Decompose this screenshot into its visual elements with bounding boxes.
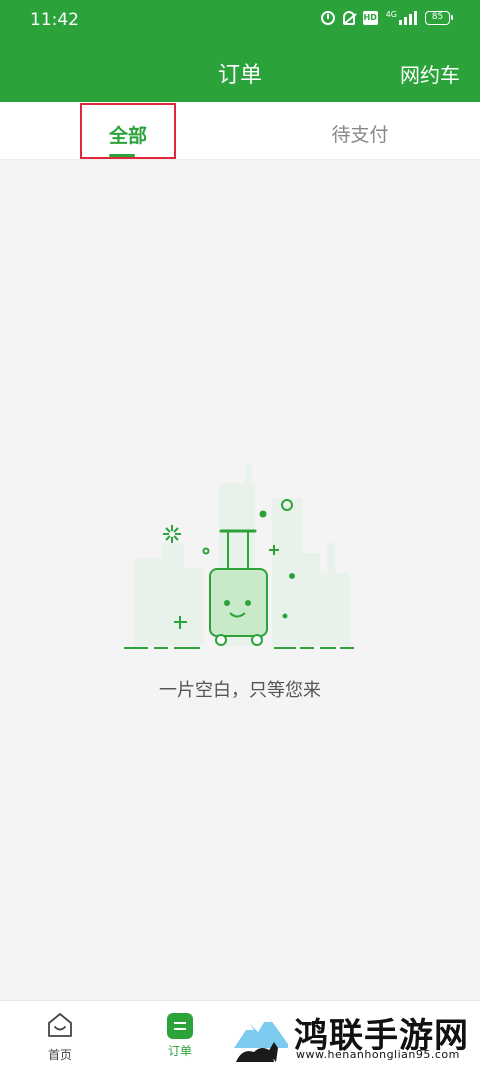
signal-icon (399, 11, 417, 25)
ride-hailing-link[interactable]: 网约车 (400, 59, 460, 88)
hd-icon: HD (362, 11, 378, 25)
site-watermark: 鸿联手游网 www.henanhonglian95.com (232, 1006, 480, 1067)
luggage-icon (124, 463, 354, 649)
active-tab-indicator (109, 154, 135, 157)
order-tabs: 全部 待支付 (0, 102, 480, 160)
mute-bell-icon (342, 11, 355, 25)
tab-all-label: 全部 (108, 125, 147, 147)
tab-pending-label: 待支付 (331, 124, 389, 146)
battery-level: 85 (431, 12, 444, 22)
status-icons: HD 4G 85 (320, 10, 453, 25)
tab-pending-payment[interactable]: 待支付 (310, 102, 410, 160)
tab-all[interactable]: 全部 (80, 103, 176, 159)
bottom-nav-home[interactable]: 首页 (30, 1009, 90, 1063)
status-bar: 11:42 HD 4G 85 (0, 0, 480, 42)
alarm-icon (320, 11, 335, 25)
network-type: 4G (385, 10, 397, 19)
bottom-nav-orders[interactable]: 订单 (150, 1009, 210, 1059)
empty-state-message: 一片空白，只等您来 (159, 680, 321, 701)
battery-icon: 85 (425, 11, 453, 25)
bottom-nav-home-label: 首页 (47, 1048, 72, 1062)
watermark-logo (232, 1008, 290, 1064)
home-icon (48, 1013, 72, 1037)
bottom-nav-orders-label: 订单 (167, 1044, 192, 1058)
status-time: 11:42 (30, 10, 79, 30)
order-icon (167, 1013, 193, 1039)
watermark-url: www.henanhonglian95.com (296, 1048, 460, 1061)
app-header: 11:42 HD 4G 85 订单 网约车 (0, 0, 480, 102)
